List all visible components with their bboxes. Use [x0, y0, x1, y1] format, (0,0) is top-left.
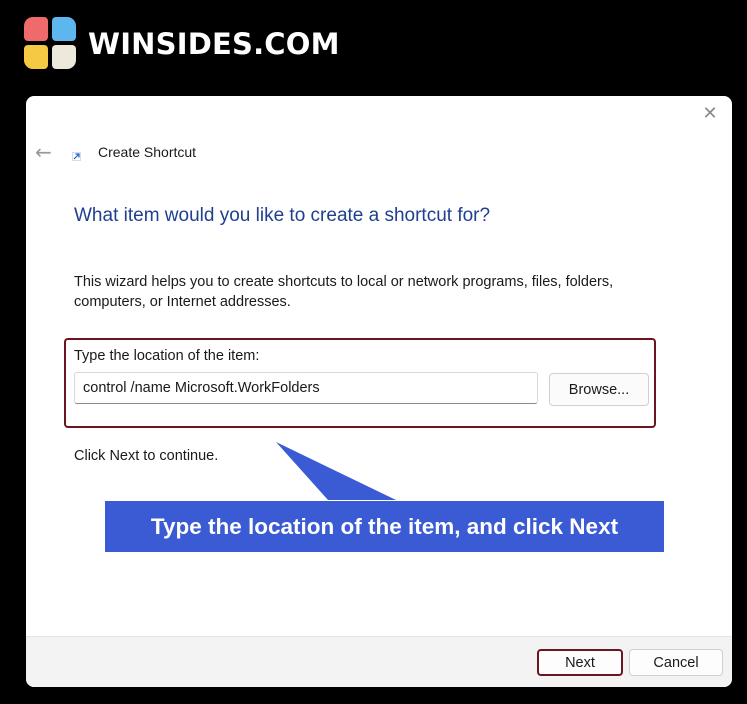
dialog-title: Create Shortcut	[98, 144, 197, 160]
create-shortcut-dialog: ✕ ← Create Shortcut What item would you …	[26, 96, 732, 687]
browse-button[interactable]: Browse...	[549, 373, 649, 406]
shortcut-arrow-icon	[72, 152, 81, 161]
back-arrow-icon[interactable]: ←	[35, 142, 55, 162]
winsides-logo-icon	[24, 17, 78, 71]
wizard-description: This wizard helps you to create shortcut…	[74, 274, 614, 310]
brand-header: WINSIDES.COM	[24, 16, 340, 72]
annotation-callout: Type the location of the item, and click…	[105, 501, 664, 552]
close-icon[interactable]: ✕	[700, 104, 720, 124]
location-input[interactable]	[74, 372, 538, 404]
brand-name: WINSIDES.COM	[88, 27, 340, 61]
dialog-footer: Next Cancel	[26, 636, 732, 687]
location-label: Type the location of the item:	[74, 348, 260, 364]
next-button[interactable]: Next	[537, 649, 623, 676]
continue-hint: Click Next to continue.	[74, 448, 219, 464]
wizard-heading: What item would you like to create a sho…	[74, 205, 491, 226]
cancel-button[interactable]: Cancel	[629, 649, 723, 676]
